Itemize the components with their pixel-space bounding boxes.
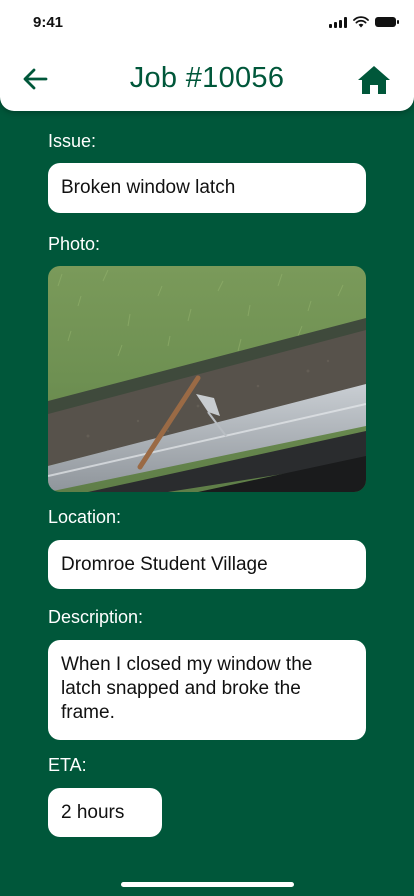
cellular-signal-icon: [329, 16, 347, 28]
wifi-icon: [353, 16, 369, 28]
eta-label: ETA:: [48, 755, 87, 775]
issue-photo[interactable]: [48, 266, 366, 492]
description-value: When I closed my window the latch snappe…: [61, 654, 313, 723]
location-label: Location:: [48, 507, 122, 527]
issue-field: Broken window latch: [48, 163, 366, 213]
home-indicator[interactable]: [121, 882, 294, 887]
home-button[interactable]: [356, 62, 392, 98]
issue-value: Broken window latch: [61, 177, 236, 198]
location-value: Dromroe Student Village: [61, 553, 268, 575]
location-field: Dromroe Student Village: [48, 540, 366, 589]
app-header: 9:41 Job #10056: [0, 0, 414, 111]
battery-icon: [375, 17, 399, 27]
eta-field: 2 hours: [48, 788, 162, 837]
home-icon: [358, 66, 390, 94]
description-label: Description:: [48, 607, 144, 627]
broken-latch-photo: [48, 266, 366, 492]
photo-label: Photo:: [48, 234, 101, 254]
page-title: Job #10056: [129, 62, 285, 94]
status-icons: [329, 16, 399, 28]
eta-value: 2 hours: [61, 801, 125, 823]
description-field: When I closed my window the latch snappe…: [48, 640, 366, 740]
issue-label: Issue:: [48, 131, 97, 151]
status-time: 9:41: [33, 14, 64, 31]
